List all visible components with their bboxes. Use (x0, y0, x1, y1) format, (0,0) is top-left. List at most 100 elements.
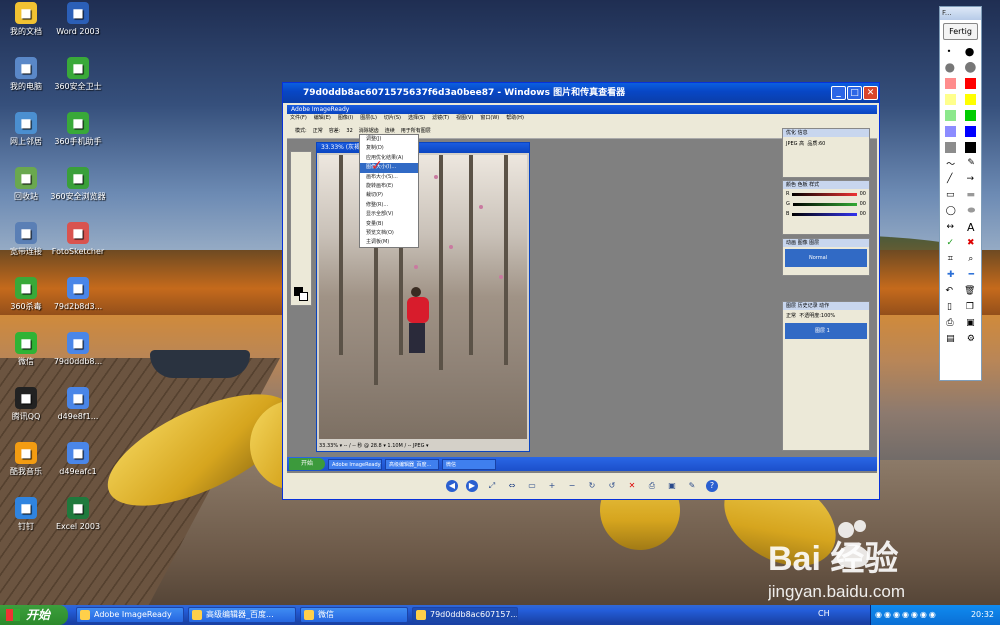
cross-mark-icon[interactable]: ✖ (967, 238, 975, 248)
print-icon[interactable]: ⎙ (946, 318, 953, 328)
new-page-icon[interactable]: ▯ (947, 302, 952, 312)
xlarge-dot-icon[interactable]: ● (964, 59, 976, 75)
double-arrow-icon[interactable]: ↔ (946, 222, 954, 232)
desktop-icon[interactable]: ■ 360安全浏览器 (40, 167, 116, 202)
channel-value: 00 (859, 201, 866, 207)
excel-icon: ■ (67, 497, 89, 519)
settings-icon[interactable]: ⚙ (967, 334, 975, 344)
layer-row[interactable]: 图层 1 (785, 323, 867, 339)
annotation-tool-panel: F... Fertig • ● ● ● 〜 ✎ ╱ → ▭ ▬ ◯ ⬬ ↔ A ✓ ✖ ⌗ ⌕ ✚… (939, 6, 982, 381)
light-swatch[interactable] (944, 109, 956, 121)
color-swatch[interactable] (965, 93, 977, 105)
text-icon[interactable]: A (967, 221, 975, 234)
minus-icon[interactable]: ━ (969, 270, 974, 280)
taskbar-button-label: 79d0ddb8ac607157... (430, 610, 518, 619)
delete-icon[interactable]: ✕ (626, 480, 638, 492)
plus-icon[interactable]: ✚ (947, 270, 955, 280)
arrow-icon[interactable]: → (966, 174, 974, 184)
taskbar-button[interactable]: 79d0ddb8ac607157... (412, 607, 518, 623)
desktop-icon[interactable]: ■ 360安全卫士 (40, 57, 116, 92)
layer-opacity[interactable]: 100% (821, 313, 835, 319)
help-icon[interactable]: ? (706, 480, 718, 492)
channel-label: R (786, 191, 790, 197)
crop-icon[interactable]: ⌗ (948, 254, 953, 264)
done-button[interactable]: Fertig (943, 23, 978, 40)
close-button[interactable]: ✕ (863, 86, 878, 100)
inner-option: 正常 (312, 128, 323, 134)
taskbar-button[interactable]: 微信 (300, 607, 408, 623)
channel-slider (792, 192, 857, 196)
filled-ellipse-icon[interactable]: ⬬ (967, 206, 975, 216)
rectangle-icon[interactable]: ▭ (946, 190, 955, 200)
rotate-ccw-icon[interactable]: ↺ (606, 480, 618, 492)
screenshot-icon[interactable]: ▤ (946, 334, 955, 344)
desktop-icon[interactable]: ■ d49e8f1... (40, 387, 116, 422)
tray-icons[interactable]: ◉◉◉◉◉◉◉ (875, 610, 938, 619)
trash-icon[interactable]: 🗑 (964, 286, 975, 296)
taskbar-button[interactable]: Adobe ImageReady (76, 607, 184, 623)
eraser-icon[interactable]: ✎ (967, 158, 975, 168)
print-icon[interactable]: ⎙ (646, 480, 658, 492)
start-button[interactable]: 开始 (0, 605, 68, 625)
imageready-menubar: 文件(F) 编辑(E) 图像(I) 图层(L) 切片(S) 选择(S) 滤镜(T) 视图(V)… (287, 114, 877, 123)
ime-indicator[interactable]: CH (818, 609, 830, 618)
line-icon[interactable]: ╱ (947, 174, 952, 184)
minimize-button[interactable]: _ (831, 86, 846, 100)
small-dot-icon[interactable]: • (947, 47, 952, 56)
ellipse-icon[interactable]: ◯ (946, 206, 956, 216)
desktop-icon[interactable]: ■ 360手机助手 (40, 112, 116, 147)
light-swatch[interactable] (944, 125, 956, 137)
image-menu-item: 预览文档(O) (366, 229, 394, 236)
prev-icon[interactable]: ◀ (446, 480, 458, 492)
slideshow-icon[interactable]: ▭ (526, 480, 538, 492)
best-fit-icon[interactable]: ⤢ (486, 480, 498, 492)
color-swatch[interactable] (965, 77, 977, 89)
image-menu-item: 主调板(M) (366, 239, 390, 246)
inner-task-button: 微信 (442, 458, 496, 470)
blend-mode[interactable]: 正常 (786, 313, 796, 319)
image-dropdown-menu: 调整(J) 复制(D) 应用优化结果(A) 图像大小(I)... 画布大小(S)... 旋… (359, 134, 419, 248)
large-dot-icon[interactable]: ● (945, 60, 955, 74)
optimize-format[interactable]: JPEG 高 (786, 141, 804, 147)
next-icon[interactable]: ▶ (466, 480, 478, 492)
zoom-in-icon[interactable]: + (546, 480, 558, 492)
save-icon[interactable]: ▣ (666, 480, 678, 492)
optimize-quality[interactable]: 60 (819, 141, 825, 147)
zoom-out-icon[interactable]: − (566, 480, 578, 492)
document-title: 33.33% (灰褐) (317, 143, 529, 153)
desktop-icon[interactable]: ■ Word 2003 (40, 2, 116, 37)
light-swatch[interactable] (944, 77, 956, 89)
taskbar-button[interactable]: 高级编辑器_百度... (188, 607, 296, 623)
light-swatch[interactable] (944, 93, 956, 105)
baidu-brand-text: Bai 经验 (768, 539, 898, 578)
check-mark-icon[interactable]: ✓ (946, 238, 954, 248)
desktop-icon[interactable]: ■ d49eafc1 (40, 442, 116, 477)
color-swatch[interactable] (965, 141, 977, 153)
wechat-icon: ■ (15, 332, 37, 354)
inner-start: 开始 (289, 458, 325, 470)
filled-rectangle-icon[interactable]: ▬ (966, 190, 975, 200)
desktop-icon[interactable]: ■ Excel 2003 (40, 497, 116, 532)
actual-size-icon[interactable]: ⇔ (506, 480, 518, 492)
picture-viewer-window: 79d0ddb8ac6071575637f6d3a0bee87 - Window… (282, 82, 880, 500)
edit-icon[interactable]: ✎ (686, 480, 698, 492)
magnifier-icon[interactable]: ⌕ (968, 254, 973, 264)
viewer-title-bar[interactable]: 79d0ddb8ac6071575637f6d3a0bee87 - Window… (283, 83, 879, 103)
computer-icon: ■ (15, 57, 37, 79)
color-swatch[interactable] (965, 109, 977, 121)
animation-item[interactable]: Normal (785, 249, 867, 267)
save-icon[interactable]: ▣ (966, 318, 975, 328)
freehand-icon[interactable]: 〜 (946, 157, 955, 170)
desktop-icon[interactable]: ■ FotoSketcher (40, 222, 116, 257)
photo-child-in-blossom-forest (319, 155, 527, 439)
undo-icon[interactable]: ↶ (946, 286, 954, 296)
desktop-icon[interactable]: ■ 79d0ddb8... (40, 332, 116, 367)
color-swatch[interactable] (965, 125, 977, 137)
rotate-cw-icon[interactable]: ↻ (586, 480, 598, 492)
light-swatch[interactable] (944, 141, 956, 153)
medium-dot-icon[interactable]: ● (965, 45, 975, 58)
desktop-icon[interactable]: ■ 79d2b8d3... (40, 277, 116, 312)
maximize-button[interactable]: □ (847, 86, 862, 100)
image-file-icon: ■ (67, 442, 89, 464)
copy-icon[interactable]: ❐ (966, 302, 974, 312)
